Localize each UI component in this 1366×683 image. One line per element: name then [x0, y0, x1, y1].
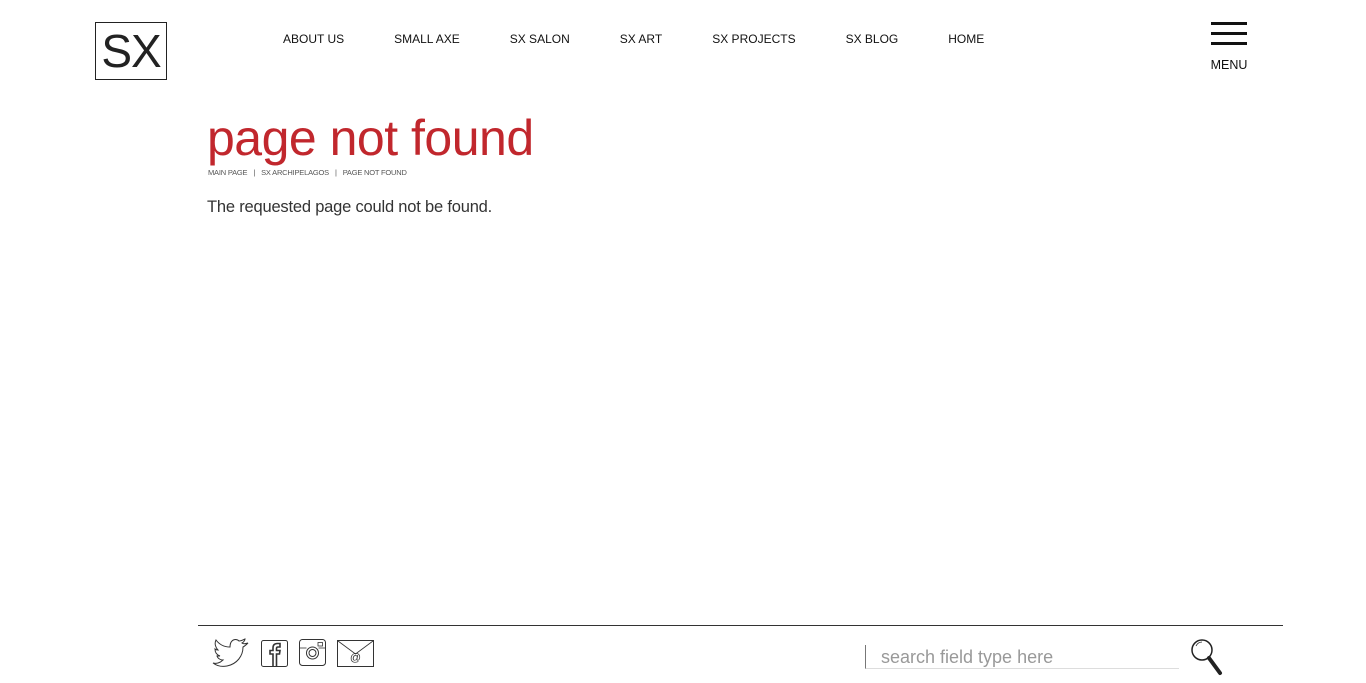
logo-text: SX [101, 25, 161, 77]
email-icon[interactable]: @ [337, 640, 375, 668]
breadcrumb-main-page[interactable]: MAIN PAGE [208, 168, 248, 177]
nav-item-sx-salon[interactable]: SX SALON [510, 32, 570, 46]
nav-item-sx-blog[interactable]: SX BLOG [846, 32, 899, 46]
nav-item-sx-art[interactable]: SX ART [620, 32, 662, 46]
breadcrumb-separator: | [334, 168, 337, 177]
svg-text:@: @ [350, 652, 361, 664]
twitter-icon[interactable] [212, 638, 250, 668]
breadcrumb: MAIN PAGE | SX ARCHIPELAGOS | PAGE NOT FOUND [208, 168, 407, 177]
nav-item-sx-projects[interactable]: SX PROJECTS [712, 32, 795, 46]
footer-divider [198, 625, 1283, 626]
main-nav: ABOUT US SMALL AXE SX SALON SX ART SX PR… [283, 32, 984, 46]
breadcrumb-current: PAGE NOT FOUND [342, 168, 407, 177]
nav-item-small-axe[interactable]: SMALL AXE [394, 32, 460, 46]
menu-label[interactable]: MENU [1211, 58, 1248, 72]
not-found-message: The requested page could not be found. [207, 198, 493, 216]
menu-button[interactable]: MENU [1208, 20, 1250, 72]
page-title: page not found [207, 110, 534, 166]
search-input[interactable] [866, 645, 1171, 669]
breadcrumb-separator: | [253, 168, 256, 177]
nav-item-about-us[interactable]: ABOUT US [283, 32, 344, 46]
facebook-icon[interactable] [261, 640, 289, 668]
search-icon[interactable] [1189, 637, 1225, 682]
breadcrumb-sx-archipelagos[interactable]: SX ARCHIPELAGOS [261, 168, 329, 177]
hamburger-icon[interactable] [1211, 20, 1247, 46]
instagram-icon[interactable] [299, 639, 327, 667]
site-logo[interactable]: SX [95, 22, 167, 80]
nav-item-home[interactable]: HOME [948, 32, 984, 46]
search-field-wrapper [865, 645, 1179, 669]
